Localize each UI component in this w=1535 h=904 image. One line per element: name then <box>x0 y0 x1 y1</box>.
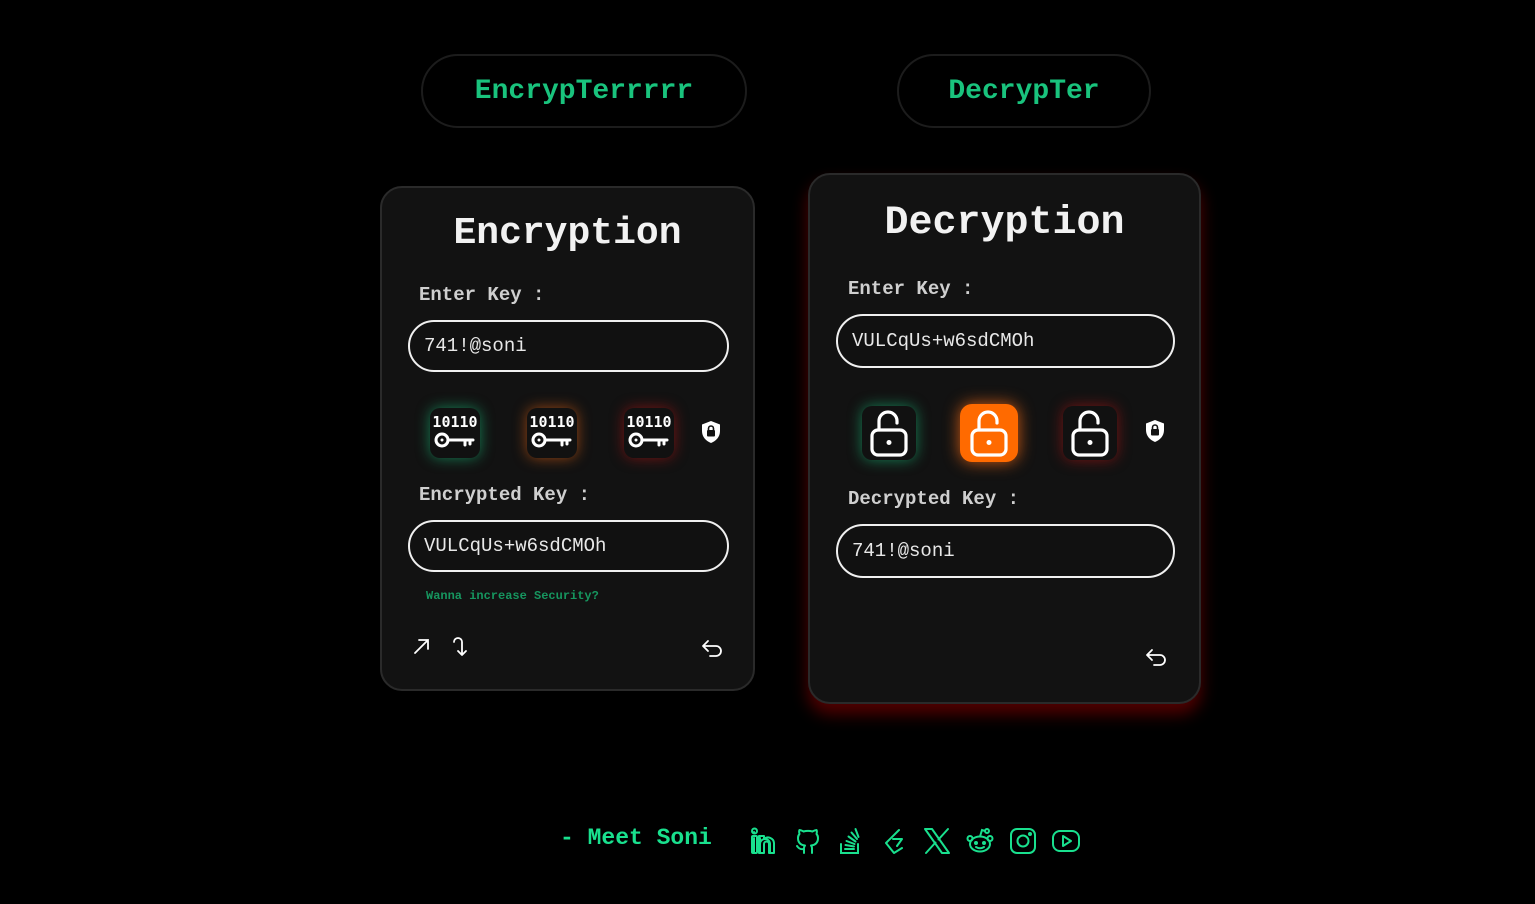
youtube-icon[interactable] <box>1051 826 1081 856</box>
svg-text:10110: 10110 <box>626 413 671 431</box>
tab-encrypter[interactable]: EncrypTerrrrr <box>421 54 747 128</box>
unlock-glyph <box>970 410 1008 457</box>
arrow-return-down-icon[interactable] <box>447 635 471 659</box>
unlock-icon[interactable] <box>862 406 916 460</box>
encrypted-key-label: Encrypted Key : <box>419 484 591 506</box>
decryption-title: Decryption <box>884 201 1125 246</box>
enter-key-label: Enter Key : <box>848 278 974 300</box>
unlock-glyph <box>870 410 908 457</box>
encryption-title: Encryption <box>453 212 682 255</box>
increase-security-link[interactable]: Wanna increase Security? <box>426 589 599 603</box>
binary-key-glyph: 10110 <box>529 413 575 448</box>
svg-text:10110: 10110 <box>529 413 574 431</box>
tab-decrypter[interactable]: DecrypTer <box>897 54 1151 128</box>
decryption-card: Decryption Enter Key : Decrypted Key : <box>808 173 1201 704</box>
stackoverflow-icon[interactable] <box>836 826 866 856</box>
instagram-icon[interactable] <box>1008 826 1038 856</box>
github-icon[interactable] <box>793 826 823 856</box>
linkedin-icon[interactable] <box>750 826 780 856</box>
undo-icon[interactable] <box>1144 645 1168 669</box>
encryption-card: Encryption Enter Key : 10110 10110 10110 <box>380 186 755 691</box>
shield-lock-icon[interactable] <box>1144 419 1166 443</box>
binary-key-glyph: 10110 <box>626 413 672 448</box>
unlock-glyph <box>1071 410 1109 457</box>
unlock-icon[interactable] <box>1063 406 1117 460</box>
undo-icon[interactable] <box>700 636 724 660</box>
binary-key-icon[interactable]: 10110 <box>624 408 674 458</box>
reddit-icon[interactable] <box>965 826 995 856</box>
shield-lock-icon[interactable] <box>700 420 722 444</box>
x-icon[interactable] <box>922 826 952 856</box>
footer-author: - Meet Soni <box>560 825 712 851</box>
binary-key-icon[interactable]: 10110 <box>527 408 577 458</box>
encryption-key-input[interactable] <box>408 320 729 372</box>
decrypted-key-output[interactable] <box>836 524 1175 578</box>
decryption-key-input[interactable] <box>836 314 1175 368</box>
binary-key-glyph: 10110 <box>432 413 478 448</box>
unlock-icon-active[interactable] <box>960 404 1018 462</box>
svg-text:10110: 10110 <box>432 413 477 431</box>
enter-key-label: Enter Key : <box>419 284 545 306</box>
arrow-up-right-icon[interactable] <box>410 634 434 658</box>
encrypted-key-output[interactable] <box>408 520 729 572</box>
codepen-icon[interactable] <box>879 826 909 856</box>
decrypted-key-label: Decrypted Key : <box>848 488 1020 510</box>
binary-key-icon[interactable]: 10110 <box>430 408 480 458</box>
